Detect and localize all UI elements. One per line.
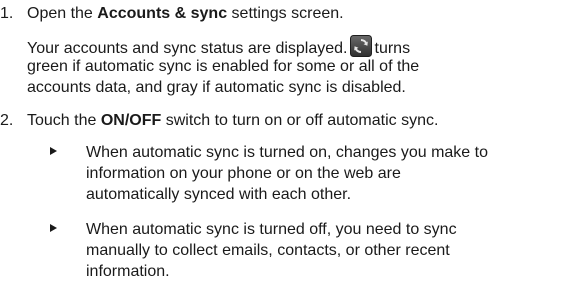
bullet-1-line-1: When automatic sync is turned on, change…: [86, 144, 488, 161]
step-1-suffix: settings screen.: [227, 5, 344, 22]
step-1-text: Open the Accounts & sync settings screen…: [27, 3, 580, 24]
bullet-2-line-1: When automatic sync is turned off, you n…: [86, 221, 457, 238]
step-1-prefix: Open the: [27, 5, 98, 22]
step-1-bold: Accounts & sync: [97, 5, 228, 22]
sync-status-note: Your accounts and sync status are displa…: [27, 35, 580, 98]
step-1: 1. Open the Accounts & sync settings scr…: [0, 3, 580, 24]
step-2-suffix: switch to turn on or off automatic sync.: [161, 112, 439, 129]
bullet-arrow-icon: [50, 224, 57, 232]
bullet-item-sync-on: When automatic sync is turned on, change…: [50, 142, 580, 205]
step-2-text: Touch the ON/OFF switch to turn on or of…: [27, 110, 580, 131]
bullet-1-text: When automatic sync is turned on, change…: [86, 142, 580, 205]
step-2-bold: ON/OFF: [100, 112, 162, 129]
sync-icon: [349, 35, 372, 57]
bullet-1-line-2: information on your phone or on the web …: [86, 165, 401, 182]
note-text-after-icon: turns: [374, 40, 411, 57]
step-1-number: 1.: [0, 5, 14, 22]
step-2: 2. Touch the ON/OFF switch to turn on or…: [0, 110, 580, 131]
bullet-2-text: When automatic sync is turned off, you n…: [86, 219, 580, 282]
bullet-arrow-icon: [50, 147, 57, 155]
note-line-1: Your accounts and sync status are displa…: [27, 35, 580, 57]
bullet-2-line-2: manually to collect emails, contacts, or…: [86, 242, 450, 259]
bullet-2-line-3: information.: [86, 263, 170, 280]
step-2-number: 2.: [0, 112, 14, 129]
note-line-3: accounts data, and gray if automatic syn…: [27, 79, 406, 96]
note-text-before-icon: Your accounts and sync status are displa…: [27, 40, 348, 57]
bullet-item-sync-off: When automatic sync is turned off, you n…: [50, 219, 580, 282]
bullet-1-line-3: automatically synced with each other.: [86, 186, 352, 203]
step-2-prefix: Touch the: [27, 112, 101, 129]
note-line-2: green if automatic sync is enabled for s…: [27, 58, 420, 75]
